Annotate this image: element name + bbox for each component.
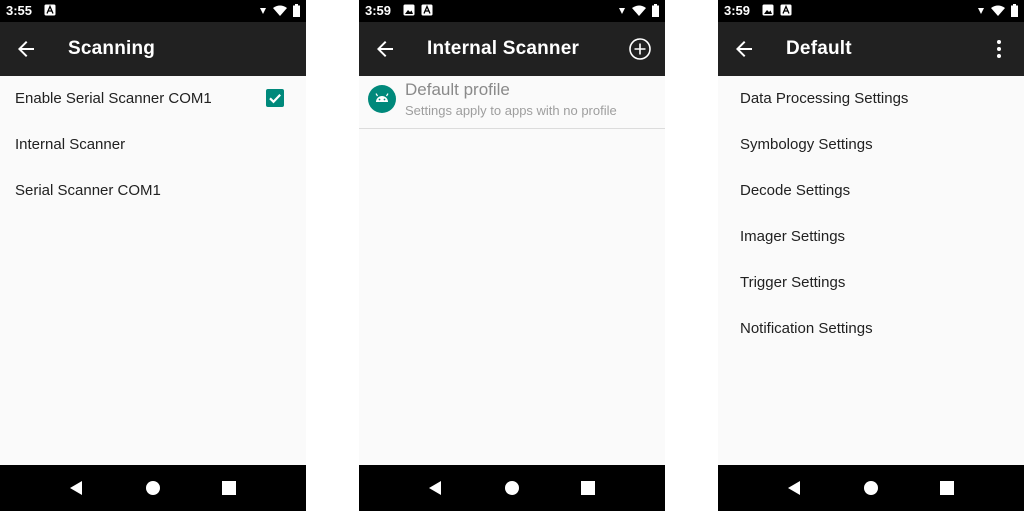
nav-recents-icon[interactable] [938,479,956,497]
battery-icon [293,4,300,17]
page-title: Default [786,38,852,59]
setting-label: Notification Settings [740,320,873,337]
check-icon [269,94,281,104]
more-vert-icon[interactable] [986,36,1012,62]
notification-a-icon [421,4,433,16]
image-notification-icon [762,4,774,16]
page-title: Scanning [68,38,156,59]
back-arrow-icon[interactable] [732,37,756,61]
setting-label: Serial Scanner COM1 [15,182,161,199]
image-notification-icon [403,4,415,16]
screen-internal-scanner: 3:59 Internal Scanner Default profile Se… [359,0,665,511]
setting-enable-serial-scanner[interactable]: Enable Serial Scanner COM1 [0,76,306,122]
battery-icon [652,4,659,17]
wifi-icon [991,5,1005,16]
setting-imager[interactable]: Imager Settings [718,214,1024,260]
signal-icon [619,7,625,14]
profile-title: Default profile [405,80,510,99]
status-time: 3:55 [6,3,33,18]
setting-notification[interactable]: Notification Settings [718,306,1024,352]
signal-icon [978,7,984,14]
status-bar: 3:59 [359,0,665,22]
setting-label: Imager Settings [740,228,846,245]
setting-symbology[interactable]: Symbology Settings [718,122,1024,168]
signal-icon [260,7,266,14]
screen-scanning: 3:55 Scanning Enable Serial Scanner COM1… [0,0,306,511]
navigation-bar [0,465,306,511]
setting-label: Symbology Settings [740,136,873,153]
navigation-bar [359,465,665,511]
nav-home-icon[interactable] [503,479,521,497]
nav-home-icon[interactable] [144,479,162,497]
android-icon [368,85,396,113]
status-bar: 3:55 [0,0,306,22]
setting-label: Data Processing Settings [740,90,909,107]
setting-label: Decode Settings [740,182,851,199]
back-arrow-icon[interactable] [373,37,397,61]
app-bar: Scanning [0,22,306,76]
notification-a-icon [780,4,792,16]
setting-serial-scanner-com1[interactable]: Serial Scanner COM1 [0,168,306,214]
setting-decode[interactable]: Decode Settings [718,168,1024,214]
status-bar: 3:59 [718,0,1024,22]
wifi-icon [273,5,287,16]
app-bar: Internal Scanner [359,22,665,76]
status-time: 3:59 [365,3,392,18]
screen-default-profile: 3:59 Default Data Processing Settings Sy… [718,0,1024,511]
setting-trigger[interactable]: Trigger Settings [718,260,1024,306]
battery-icon [1011,4,1018,17]
notification-a-icon [44,4,56,16]
add-circle-icon[interactable] [627,36,653,62]
app-bar: Default [718,22,1024,76]
back-arrow-icon[interactable] [14,37,38,61]
setting-label: Trigger Settings [740,274,846,291]
navigation-bar [718,465,1024,511]
checkbox-checked[interactable] [266,89,284,107]
profile-subtitle: Settings apply to apps with no profile [405,103,617,118]
nav-recents-icon[interactable] [220,479,238,497]
setting-internal-scanner[interactable]: Internal Scanner [0,122,306,168]
setting-label: Enable Serial Scanner COM1 [15,90,212,107]
status-time: 3:59 [724,3,751,18]
profile-item-default[interactable]: Default profile Settings apply to apps w… [359,76,665,129]
nav-back-icon[interactable] [426,479,444,497]
setting-label: Internal Scanner [15,136,126,153]
nav-home-icon[interactable] [862,479,880,497]
setting-data-processing[interactable]: Data Processing Settings [718,76,1024,122]
nav-recents-icon[interactable] [579,479,597,497]
wifi-icon [632,5,646,16]
nav-back-icon[interactable] [785,479,803,497]
nav-back-icon[interactable] [67,479,85,497]
page-title: Internal Scanner [427,38,580,59]
